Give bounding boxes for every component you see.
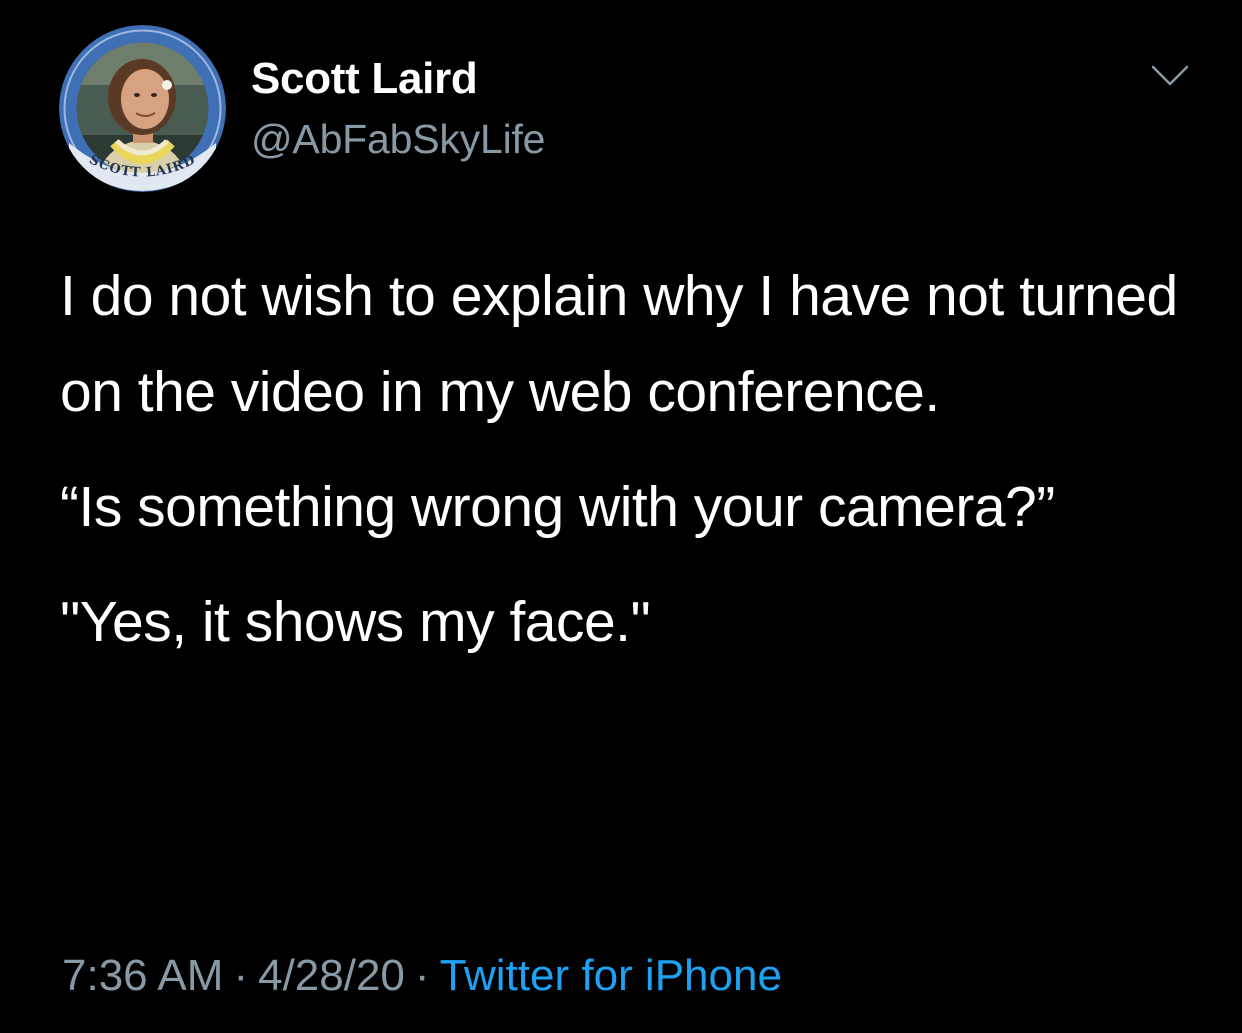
tweet-card: SCOTT LAIRD Scott Laird @AbFabSkyLife I …	[0, 0, 1242, 1033]
tweet-paragraph: "Yes, it shows my face."	[60, 590, 651, 654]
tweet-date[interactable]: 4/28/20	[258, 951, 405, 1000]
more-options-button[interactable]	[1150, 62, 1190, 90]
tweet-meta: 7:36 AM · 4/28/20 · Twitter for iPhone	[62, 946, 782, 1006]
tweet-paragraph: I do not wish to explain why I have not …	[60, 264, 1178, 424]
meta-separator: ·	[414, 951, 430, 1000]
tweet-source-link[interactable]: Twitter for iPhone	[440, 951, 782, 1000]
chevron-down-icon	[1151, 65, 1189, 86]
tweet-paragraph: “Is something wrong with your camera?”	[60, 475, 1055, 539]
avatar-image: SCOTT LAIRD	[59, 25, 226, 192]
avatar[interactable]: SCOTT LAIRD	[59, 25, 226, 192]
tweet-text: I do not wish to explain why I have not …	[60, 248, 1190, 670]
author-info[interactable]: Scott Laird @AbFabSkyLife	[251, 52, 545, 164]
meta-separator: ·	[233, 951, 249, 1000]
display-name[interactable]: Scott Laird	[251, 52, 545, 106]
user-handle[interactable]: @AbFabSkyLife	[251, 114, 545, 164]
tweet-time[interactable]: 7:36 AM	[62, 951, 223, 1000]
